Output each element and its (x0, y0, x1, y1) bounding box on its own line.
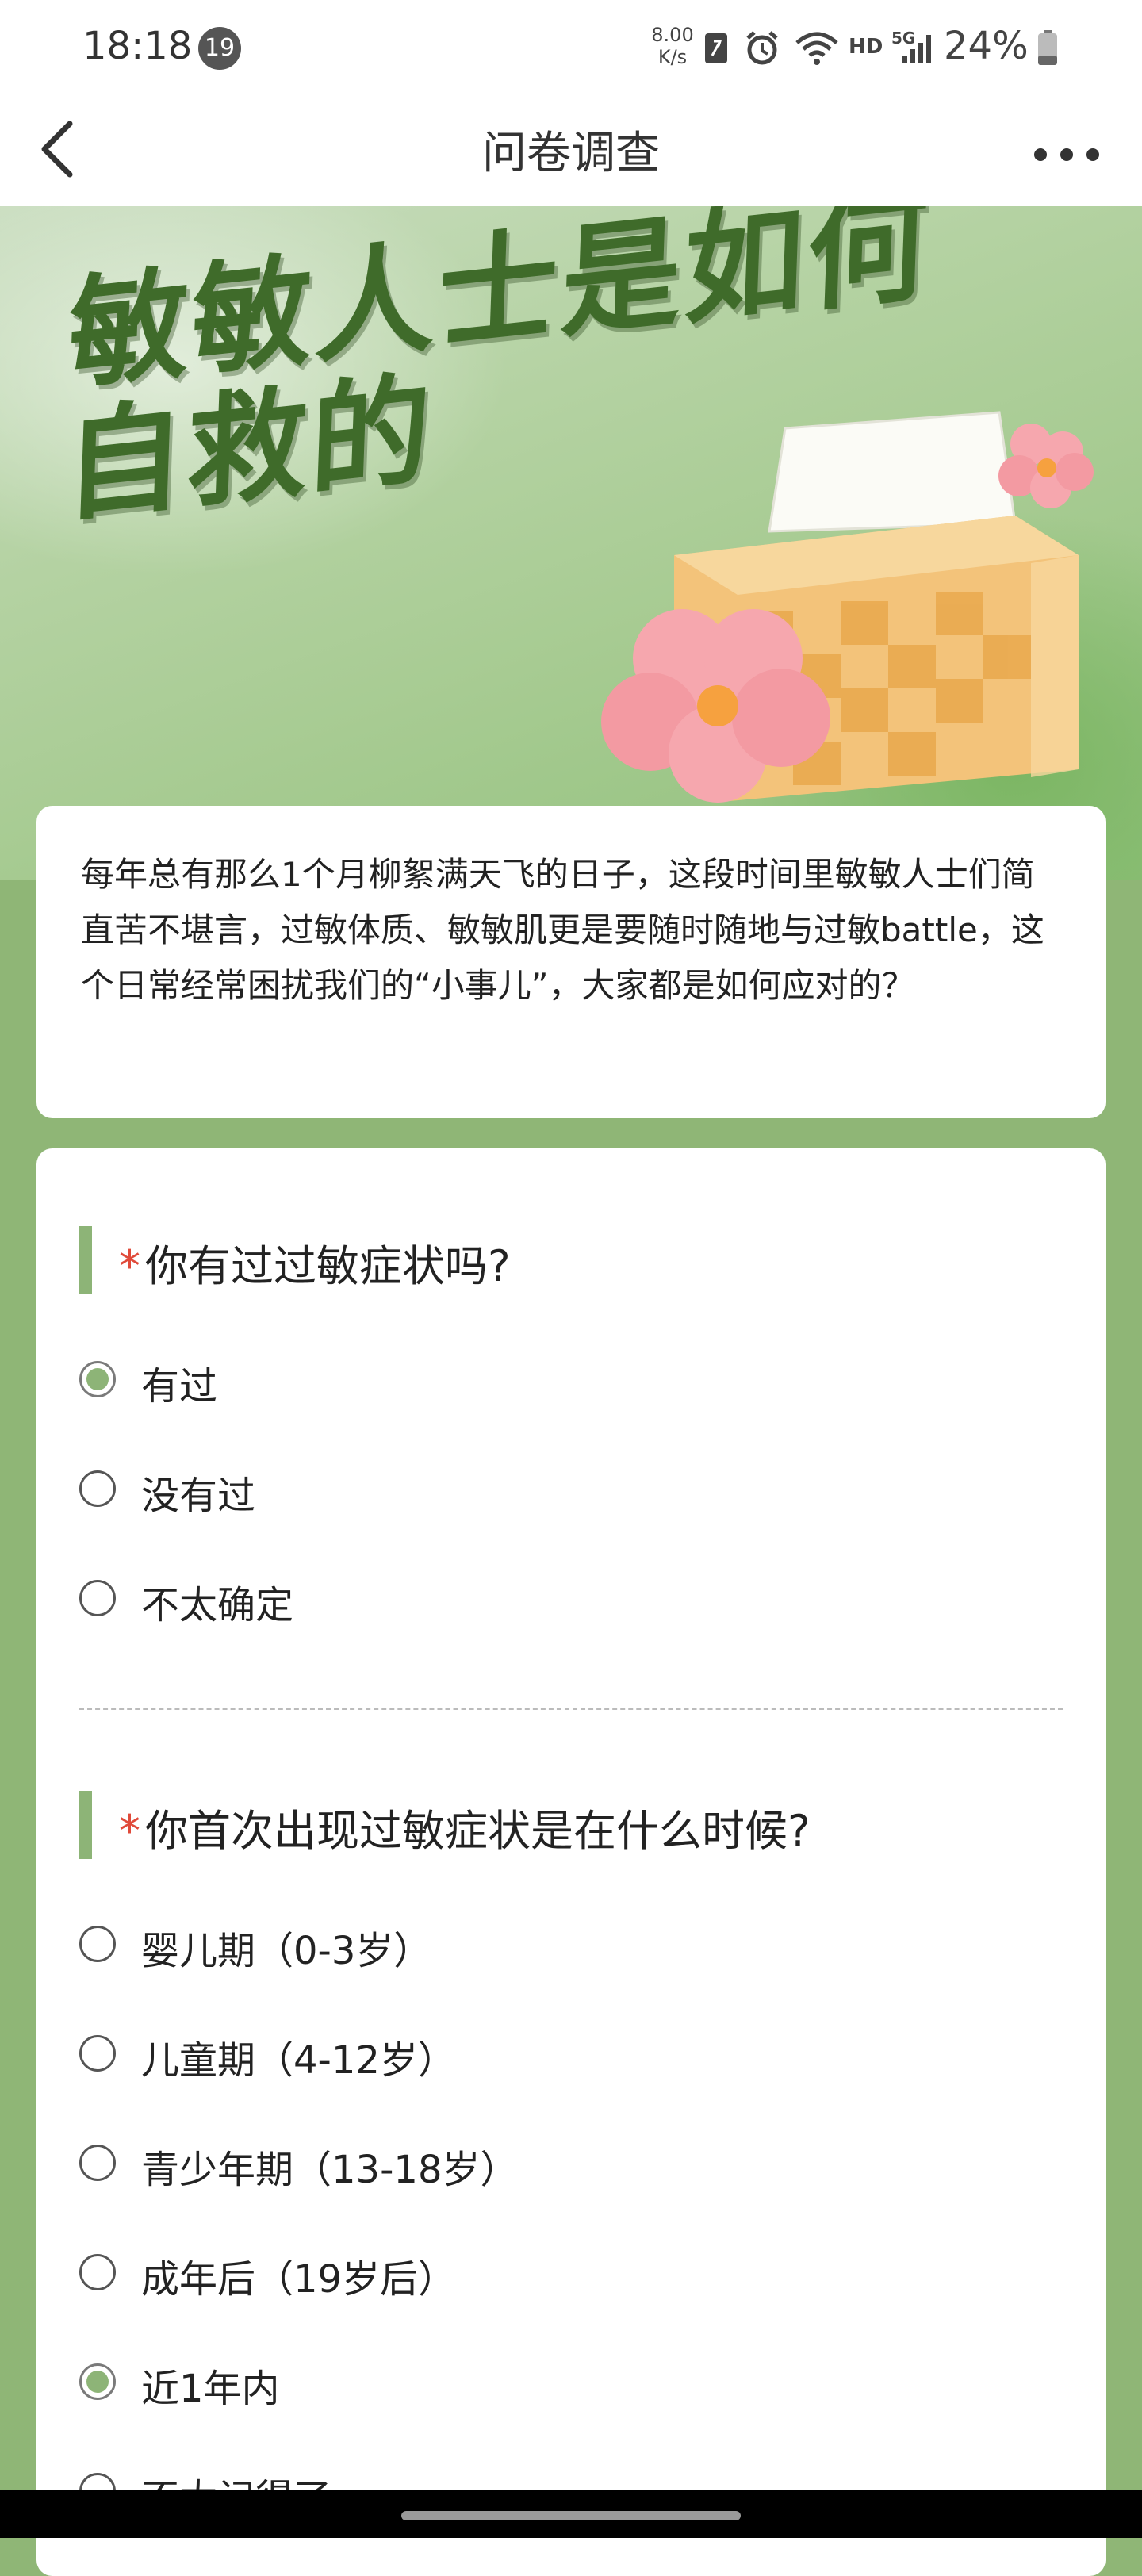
tissue-box-illustration (601, 411, 1094, 803)
required-mark: * (119, 1241, 140, 1291)
required-mark: * (119, 1806, 140, 1856)
option-label: 有过 (141, 1364, 218, 1409)
radio-unchecked-icon (79, 2035, 116, 2072)
question-header: * 你首次出现过敏症状是在什么时候? (79, 1788, 1063, 1861)
question-card: * 你有过过敏症状吗? 有过 没有过 不太确定 * 你首次出现过敏症状是在什么时候?… (36, 1148, 1106, 2576)
sim-card-icon (705, 33, 727, 63)
option-label: 没有过 (141, 1474, 256, 1518)
question-text: 你首次出现过敏症状是在什么时候? (145, 1806, 811, 1856)
network-speed-unit: K/s (657, 46, 688, 68)
system-navigation-bar (0, 2490, 1142, 2538)
title-bar: 问卷调查 (0, 95, 1142, 206)
question-title: * 你首次出现过敏症状是在什么时候? (119, 1796, 811, 1858)
status-time: 18:18 (82, 24, 193, 68)
battery-icon (1038, 30, 1057, 65)
radio-option[interactable]: 近1年内 (79, 2349, 714, 2413)
option-label: 儿童期（4-12岁） (141, 2038, 456, 2083)
question-accent-bar (79, 1791, 92, 1859)
question-header: * 你有过过敏症状吗? (79, 1223, 1063, 1296)
battery-percent: 24% (944, 24, 1029, 68)
intro-text: 每年总有那么1个月柳絮满天飞的日子，这段时间里敏敏人士们简直苦不堪言，过敏体质、… (81, 855, 1044, 1005)
more-options-button[interactable] (1023, 111, 1110, 190)
question-text: 你有过过敏症状吗? (145, 1241, 511, 1291)
option-label: 青少年期（13-18岁） (141, 2148, 519, 2192)
radio-option[interactable]: 不太确定 (79, 1566, 714, 1629)
radio-option[interactable]: 成年后（19岁后） (79, 2240, 714, 2303)
option-label: 婴儿期（0-3岁） (141, 1929, 432, 1973)
network-speed: 8.00 K/s (641, 24, 704, 68)
notification-count-badge: 19 (198, 27, 241, 70)
page-title: 问卷调查 (482, 128, 660, 179)
radio-option[interactable]: 有过 (79, 1347, 714, 1410)
signal-strength-icon (902, 35, 931, 63)
radio-unchecked-icon (79, 1470, 116, 1507)
radio-unchecked-icon (79, 1580, 116, 1616)
question-divider (79, 1708, 1063, 1710)
radio-option[interactable]: 没有过 (79, 1456, 714, 1520)
option-label: 不太确定 (141, 1583, 294, 1627)
radio-unchecked-icon (79, 2254, 116, 2290)
radio-checked-icon (79, 2363, 116, 2400)
more-dots-icon (1034, 148, 1099, 161)
radio-option[interactable]: 儿童期（4-12岁） (79, 2021, 714, 2084)
network-speed-value: 8.00 (651, 24, 694, 46)
radio-option[interactable]: 青少年期（13-18岁） (79, 2130, 714, 2194)
radio-option[interactable]: 婴儿期（0-3岁） (79, 1911, 714, 1975)
hd-indicator: HD (849, 35, 883, 59)
radio-unchecked-icon (79, 2145, 116, 2181)
question-title: * 你有过过敏症状吗? (119, 1231, 511, 1294)
radio-unchecked-icon (79, 1926, 116, 1962)
question-2: * 你首次出现过敏症状是在什么时候? 婴儿期（0-3岁） 儿童期（4-12岁） 青… (79, 1788, 1063, 2520)
home-gesture-handle[interactable] (401, 2511, 741, 2520)
option-label: 成年后（19岁后） (141, 2257, 457, 2302)
radio-checked-icon (79, 1361, 116, 1397)
status-bar: 18:18 19 8.00 K/s HD 5G 24% (0, 0, 1142, 95)
intro-card: 每年总有那么1个月柳絮满天飞的日子，这段时间里敏敏人士们简直苦不堪言，过敏体质、… (36, 806, 1106, 1118)
question-1: * 你有过过敏症状吗? 有过 没有过 不太确定 (79, 1223, 1063, 1627)
alarm-clock-icon (746, 31, 778, 65)
option-label: 近1年内 (141, 2367, 280, 2411)
survey-banner: 敏敏人士是如何 自救的 (0, 206, 1142, 880)
wifi-icon (795, 32, 838, 65)
question-accent-bar (79, 1226, 92, 1294)
